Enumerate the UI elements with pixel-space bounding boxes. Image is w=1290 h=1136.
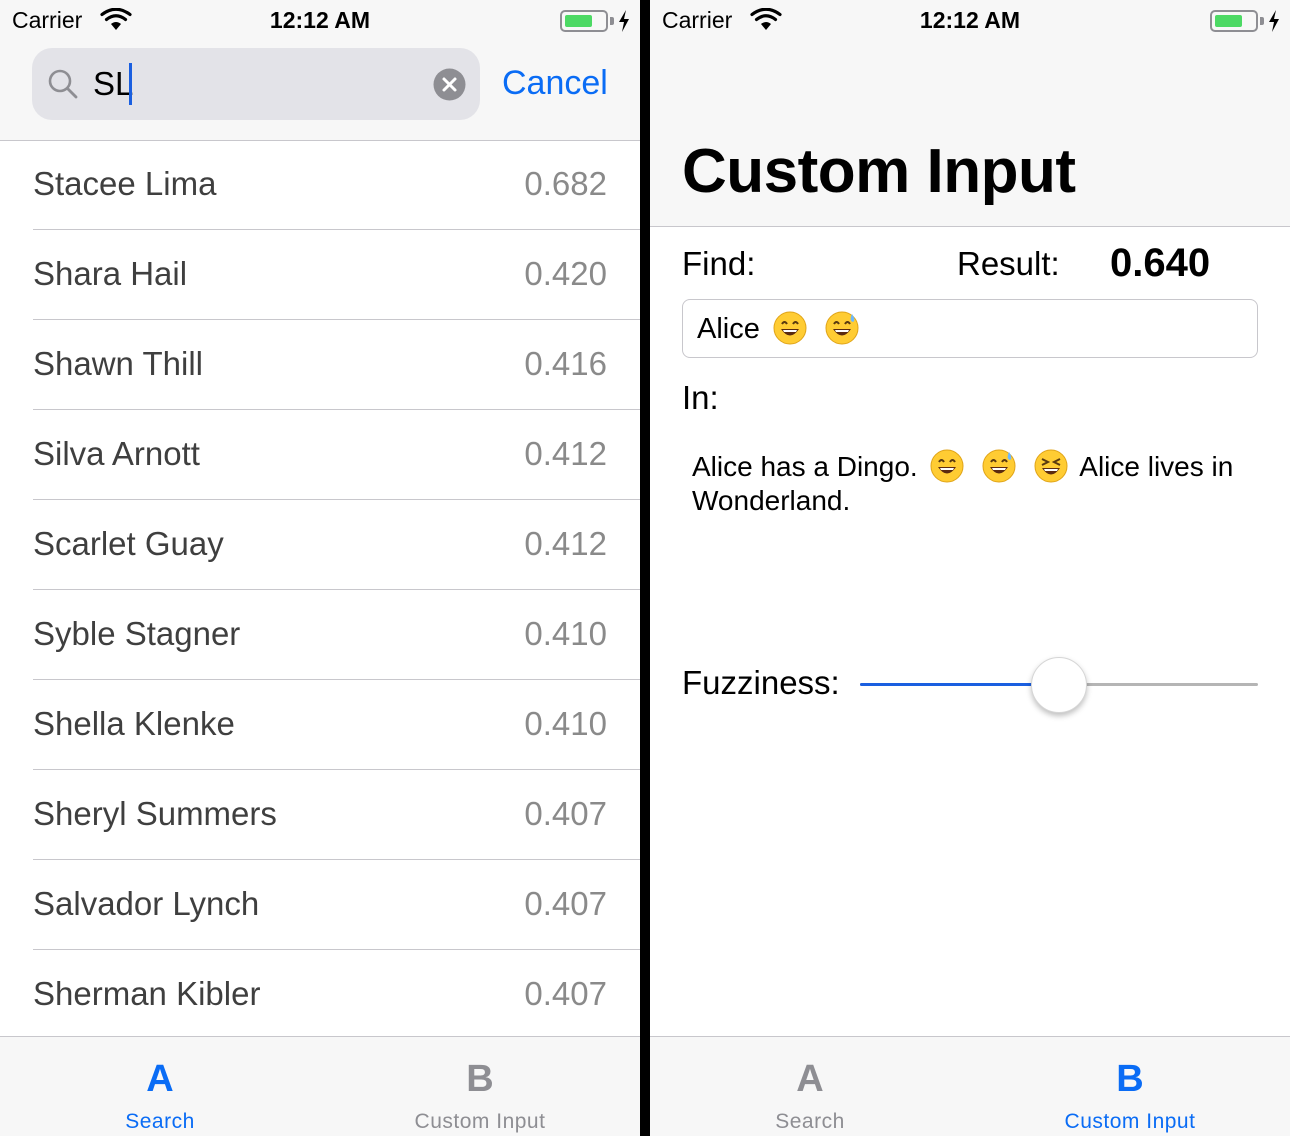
battery-fill xyxy=(1215,15,1242,27)
result-score: 0.410 xyxy=(524,705,607,742)
tab-label: Custom Input xyxy=(414,1110,546,1133)
tab-label: Custom Input xyxy=(1064,1110,1196,1133)
result-row[interactable]: Sheryl Summers 0.407 xyxy=(0,771,640,861)
battery-tip xyxy=(610,17,614,25)
result-score: 0.407 xyxy=(524,975,607,1012)
fuzziness-label: Fuzziness: xyxy=(682,664,840,701)
fuzziness-slider[interactable] xyxy=(860,657,1258,713)
row-separator xyxy=(33,859,640,860)
result-row[interactable]: Silva Arnott 0.412 xyxy=(0,411,640,501)
tab-bar: A Search B Custom Input xyxy=(650,1036,1290,1136)
result-score: 0.412 xyxy=(524,525,607,562)
clear-icon[interactable] xyxy=(433,68,466,101)
row-separator xyxy=(33,499,640,500)
result-row[interactable]: Shella Klenke 0.410 xyxy=(0,681,640,771)
result-name: Scarlet Guay xyxy=(33,525,224,562)
tab-label: Search xyxy=(125,1110,195,1133)
result-row[interactable]: Shara Hail 0.420 xyxy=(0,231,640,321)
tab-bar: A Search B Custom Input xyxy=(0,1036,640,1136)
row-separator xyxy=(33,319,640,320)
result-name: Shara Hail xyxy=(33,255,188,292)
row-separator xyxy=(33,769,640,770)
result-score: 0.407 xyxy=(524,795,607,832)
result-name: Sherman Kibler xyxy=(33,975,261,1012)
custom-input-screen: Custom Input Carrier 12:12 AM Find: Resu… xyxy=(650,0,1290,1136)
tab-letter-icon: B xyxy=(1116,1058,1144,1100)
row-separator xyxy=(33,589,640,590)
result-name: Shawn Thill xyxy=(33,345,203,382)
result-row[interactable]: Scarlet Guay 0.412 xyxy=(0,501,640,591)
battery-tip xyxy=(1260,17,1264,25)
result-label: Result: xyxy=(957,245,1060,282)
custom-input-form: Find: Result: 0.640 Alice In: Alice has … xyxy=(650,227,1290,1036)
tab-custom-input[interactable]: B Custom Input xyxy=(320,1037,640,1136)
tab-label: Search xyxy=(775,1110,845,1133)
find-input-value[interactable]: Alice xyxy=(697,311,864,346)
page-title: Custom Input xyxy=(682,137,1076,206)
row-separator xyxy=(33,409,640,410)
search-field[interactable]: SL xyxy=(32,48,480,120)
result-name: Salvador Lynch xyxy=(33,885,260,922)
search-screen: Carrier 12:12 AM SL Cancel Stacee Lima 0.… xyxy=(0,0,640,1136)
in-label: In: xyxy=(682,379,719,416)
battery-icon xyxy=(1210,10,1258,32)
row-separator xyxy=(33,949,640,950)
result-row[interactable]: Stacee Lima 0.682 xyxy=(0,141,640,231)
slider-thumb[interactable] xyxy=(1031,657,1087,713)
tab-search[interactable]: A Search xyxy=(0,1037,320,1136)
grinning-face-emoji xyxy=(773,311,807,345)
text-caret xyxy=(129,63,132,105)
sweat-smile-emoji xyxy=(982,449,1016,483)
status-bar: Carrier 12:12 AM xyxy=(650,0,1290,40)
result-score: 0.410 xyxy=(524,615,607,652)
result-name: Shella Klenke xyxy=(33,705,235,742)
find-label: Find: xyxy=(682,245,756,282)
search-icon xyxy=(48,69,78,99)
row-separator xyxy=(33,229,640,230)
charging-bolt-icon xyxy=(1269,10,1279,32)
result-score: 0.416 xyxy=(524,345,607,382)
result-score: 0.407 xyxy=(524,885,607,922)
result-name: Silva Arnott xyxy=(33,435,200,472)
in-textview[interactable]: Alice has a Dingo. Alice lives in Wonder… xyxy=(692,449,1252,518)
result-name: Sheryl Summers xyxy=(33,795,277,832)
result-name: Syble Stagner xyxy=(33,615,241,652)
result-score: 0.420 xyxy=(524,255,607,292)
result-score: 0.412 xyxy=(524,435,607,472)
tab-letter-icon: A xyxy=(796,1058,824,1100)
result-row[interactable]: Salvador Lynch 0.407 xyxy=(0,861,640,951)
grinning-face-emoji xyxy=(930,449,964,483)
sweat-smile-emoji xyxy=(825,311,859,345)
status-bar: Carrier 12:12 AM xyxy=(0,0,640,40)
result-row[interactable]: Sherman Kibler 0.407 xyxy=(0,951,640,1037)
result-row[interactable]: Shawn Thill 0.416 xyxy=(0,321,640,411)
tab-search[interactable]: A Search xyxy=(650,1037,970,1136)
tab-letter-icon: A xyxy=(146,1058,174,1100)
slider-fill xyxy=(860,683,1059,686)
status-time: 12:12 AM xyxy=(269,7,371,33)
result-score: 0.682 xyxy=(524,165,607,202)
results-list[interactable]: Stacee Lima 0.682 Shara Hail 0.420 Shawn Thi… xyxy=(0,141,640,1037)
search-input[interactable]: SL xyxy=(93,65,133,103)
tab-letter-icon: B xyxy=(466,1058,494,1100)
status-time: 12:12 AM xyxy=(919,7,1021,33)
result-row[interactable]: Syble Stagner 0.410 xyxy=(0,591,640,681)
cancel-button[interactable]: Cancel xyxy=(502,63,608,103)
result-name: Stacee Lima xyxy=(33,165,217,202)
battery-icon xyxy=(560,10,608,32)
find-field[interactable]: Alice xyxy=(682,299,1258,358)
result-value: 0.640 xyxy=(1110,241,1211,285)
charging-bolt-icon xyxy=(619,10,629,32)
tab-custom-input[interactable]: B Custom Input xyxy=(970,1037,1290,1136)
laughing-face-emoji xyxy=(1034,449,1068,483)
battery-fill xyxy=(565,15,592,27)
row-separator xyxy=(33,679,640,680)
